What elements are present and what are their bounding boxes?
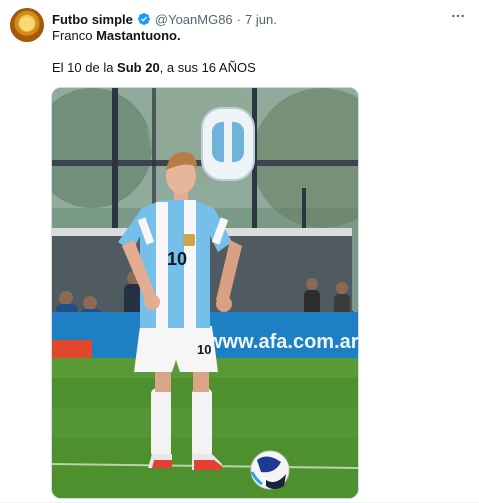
text-normal: , a sus 16 AÑOS — [159, 60, 256, 75]
tweet-photo[interactable]: www.afa.com.ar 10 10 — [51, 87, 359, 499]
text-bold: Sub 20 — [117, 60, 160, 75]
jersey-number: 10 — [167, 249, 187, 269]
more-horizontal-icon[interactable] — [448, 6, 468, 26]
photo-scene: www.afa.com.ar 10 10 — [52, 88, 358, 498]
shorts-number: 10 — [197, 342, 211, 357]
tweet-header: Futbo simple @YoanMG86 · 7 jun. — [52, 10, 277, 28]
text-normal: Franco — [52, 28, 97, 43]
tweet-date[interactable]: 7 jun. — [245, 12, 277, 27]
tweet-text-line-1: Franco Mastantuono. — [52, 28, 181, 44]
verified-badge-icon — [137, 13, 150, 25]
author-name[interactable]: Futbo simple — [52, 12, 133, 27]
author-handle[interactable]: @YoanMG86 — [155, 12, 233, 27]
text-normal: El 10 de la — [52, 60, 118, 75]
separator-dot: · — [236, 11, 241, 27]
tweet-card[interactable]: Futbo simple @YoanMG86 · 7 jun. Franco M… — [0, 0, 479, 503]
tweet-text-line-2: El 10 de la Sub 20, a sus 16 AÑOS — [52, 60, 256, 76]
text-bold: Mastantuono. — [96, 28, 181, 43]
banner-text: www.afa.com.ar — [206, 331, 358, 353]
author-avatar[interactable] — [10, 8, 44, 42]
